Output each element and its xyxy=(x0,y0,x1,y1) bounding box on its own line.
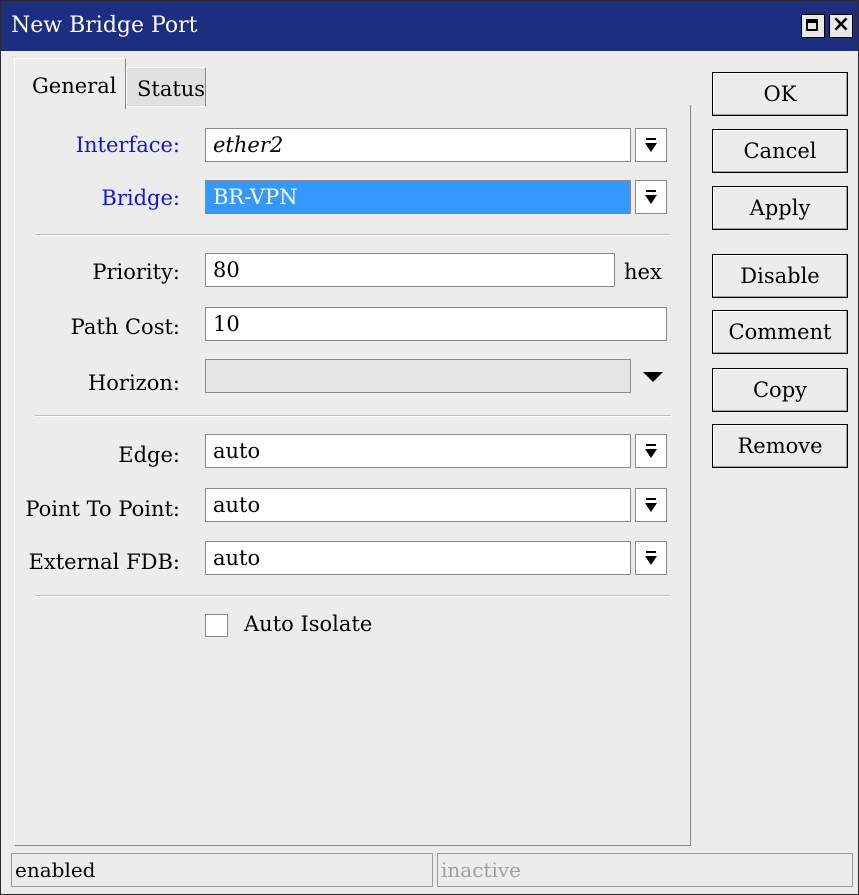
title-bar[interactable]: New Bridge Port × xyxy=(1,1,858,51)
dialog-window: New Bridge Port × General Status Interfa… xyxy=(0,0,859,895)
external-fdb-field[interactable]: auto xyxy=(205,541,631,575)
interface-label: Interface: xyxy=(75,133,180,157)
edge-field[interactable]: auto xyxy=(205,434,631,468)
ok-button[interactable]: OK xyxy=(712,72,848,116)
copy-button[interactable]: Copy xyxy=(712,368,848,412)
maximize-icon[interactable] xyxy=(801,14,825,38)
external-fdb-label: External FDB: xyxy=(28,550,180,574)
point-to-point-field[interactable]: auto xyxy=(205,488,631,522)
tab-status[interactable]: Status xyxy=(126,67,206,107)
remove-button[interactable]: Remove xyxy=(712,424,848,468)
comment-button[interactable]: Comment xyxy=(712,310,848,354)
interface-dropdown-icon[interactable] xyxy=(635,128,667,162)
priority-unit: hex xyxy=(624,260,662,284)
tab-general[interactable]: General xyxy=(14,58,126,109)
point-to-point-dropdown-icon[interactable] xyxy=(635,488,667,522)
edge-dropdown-icon[interactable] xyxy=(635,434,667,468)
disable-button[interactable]: Disable xyxy=(712,254,848,298)
interface-field[interactable]: ether2 xyxy=(205,128,631,162)
point-to-point-label: Point To Point: xyxy=(25,497,180,521)
cancel-button[interactable]: Cancel xyxy=(712,129,848,173)
close-icon[interactable]: × xyxy=(829,12,853,38)
horizon-label: Horizon: xyxy=(87,371,180,395)
bridge-field[interactable]: BR-VPN xyxy=(205,180,631,214)
general-panel xyxy=(14,105,691,846)
priority-label: Priority: xyxy=(92,260,180,284)
separator xyxy=(35,234,671,236)
tab-status-label: Status xyxy=(137,77,206,101)
auto-isolate-checkbox[interactable] xyxy=(205,614,228,637)
horizon-dropdown-icon[interactable] xyxy=(643,372,663,382)
separator xyxy=(35,415,671,417)
path-cost-field[interactable]: 10 xyxy=(205,307,667,341)
auto-isolate-label: Auto Isolate xyxy=(244,612,373,636)
tab-general-label: General xyxy=(32,74,117,98)
external-fdb-dropdown-icon[interactable] xyxy=(635,541,667,575)
bridge-dropdown-icon[interactable] xyxy=(635,180,667,214)
separator xyxy=(35,595,671,597)
status-enabled: enabled xyxy=(11,853,433,887)
bridge-label: Bridge: xyxy=(101,186,180,210)
priority-field[interactable]: 80 xyxy=(205,253,615,287)
window-title: New Bridge Port xyxy=(11,13,198,38)
path-cost-label: Path Cost: xyxy=(70,315,180,339)
apply-button[interactable]: Apply xyxy=(712,186,848,230)
horizon-field[interactable] xyxy=(205,359,631,393)
status-running: inactive xyxy=(437,853,853,887)
edge-label: Edge: xyxy=(118,443,180,467)
